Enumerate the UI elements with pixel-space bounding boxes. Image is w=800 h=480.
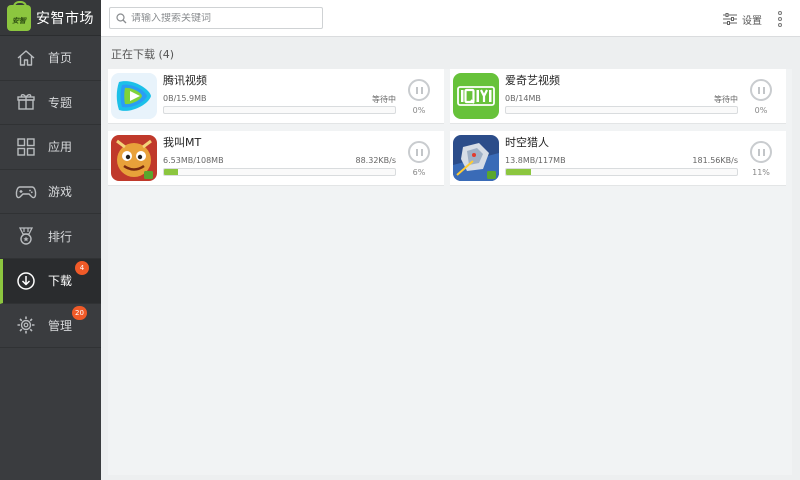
brand-name: 安智市场 <box>36 10 94 27</box>
sidebar-item-downloads[interactable]: 下载 4 <box>0 258 101 304</box>
search-input[interactable] <box>131 12 311 24</box>
download-item[interactable]: 腾讯视频 0B/15.9MB 等待中 0% <box>108 69 444 124</box>
pause-button[interactable] <box>408 141 430 163</box>
sidebar-item-label: 首页 <box>48 51 73 66</box>
top-bar: 设置 <box>101 0 800 37</box>
download-size: 13.8MB/117MB <box>505 156 566 165</box>
download-size: 6.53MB/108MB <box>163 156 224 165</box>
wojiaomt-app-icon <box>111 135 157 181</box>
settings-sliders-icon <box>723 10 737 29</box>
progress-bar <box>163 106 396 114</box>
gift-icon <box>15 91 37 113</box>
iqiyi-app-icon <box>453 73 499 119</box>
download-status: 等待中 <box>372 95 396 104</box>
manage-count-badge: 20 <box>72 305 87 320</box>
tencent-video-app-icon <box>111 73 157 119</box>
download-list: 腾讯视频 0B/15.9MB 等待中 0% 爱奇艺视频 0B/14MB 等待中 … <box>108 69 792 475</box>
sidebar-item-games[interactable]: 游戏 <box>0 170 101 215</box>
download-size: 0B/15.9MB <box>163 94 207 103</box>
app-name: 时空猎人 <box>505 136 549 149</box>
download-status: 等待中 <box>714 95 738 104</box>
gamepad-icon <box>15 181 37 203</box>
download-item[interactable]: 时空猎人 13.8MB/117MB 181.56KB/s 11% <box>450 131 786 186</box>
sidebar-item-apps[interactable]: 应用 <box>0 125 101 170</box>
sidebar-item-label: 管理 <box>48 318 73 333</box>
download-size: 0B/14MB <box>505 94 541 103</box>
download-item[interactable]: 我叫MT 6.53MB/108MB 88.32KB/s 6% <box>108 131 444 186</box>
sidebar: 安智 安智市场 首页 专题 应用 游戏 排行 下载 4 管理 20 <box>0 0 101 480</box>
section-title: 正在下载 (4) <box>111 48 175 61</box>
progress-percent: 11% <box>752 168 770 177</box>
more-menu-icon[interactable] <box>777 11 783 27</box>
progress-percent: 0% <box>754 106 768 115</box>
settings-label: 设置 <box>742 16 762 27</box>
progress-fill <box>164 169 178 175</box>
brand: 安智 安智市场 <box>0 0 101 36</box>
progress-bar <box>505 168 738 176</box>
home-icon <box>15 47 37 69</box>
shikonglieren-app-icon <box>453 135 499 181</box>
brand-logo-text: 安智 <box>12 16 26 25</box>
sidebar-item-ranking[interactable]: 排行 <box>0 214 101 259</box>
progress-percent: 0% <box>412 106 426 115</box>
progress-percent: 6% <box>412 168 426 177</box>
gear-icon <box>15 314 37 336</box>
progress-bar <box>163 168 396 176</box>
sidebar-item-manage[interactable]: 管理 20 <box>0 304 101 349</box>
download-speed: 181.56KB/s <box>692 156 738 165</box>
medal-icon <box>15 225 37 247</box>
sidebar-item-home[interactable]: 首页 <box>0 36 101 81</box>
download-icon <box>15 270 37 292</box>
pause-button[interactable] <box>750 79 772 101</box>
app-name: 腾讯视频 <box>163 74 207 87</box>
settings-button[interactable]: 设置 <box>723 10 762 29</box>
progress-bar <box>505 106 738 114</box>
grid-icon <box>15 136 37 158</box>
search-icon <box>116 9 127 28</box>
sidebar-item-label: 下载 <box>48 274 73 289</box>
download-item[interactable]: 爱奇艺视频 0B/14MB 等待中 0% <box>450 69 786 124</box>
app-name: 我叫MT <box>163 136 202 149</box>
app-name: 爱奇艺视频 <box>505 74 560 87</box>
download-count-badge: 4 <box>75 260 89 275</box>
pause-button[interactable] <box>408 79 430 101</box>
progress-fill <box>506 169 532 175</box>
sidebar-item-label: 排行 <box>48 229 73 244</box>
pause-button[interactable] <box>750 141 772 163</box>
search-box[interactable] <box>109 7 323 29</box>
sidebar-item-label: 游戏 <box>48 185 73 200</box>
main-content: 正在下载 (4) 腾讯视频 0B/15.9MB 等待中 0% 爱奇艺视频 0B/… <box>101 37 800 480</box>
sidebar-item-label: 专题 <box>48 95 73 110</box>
sidebar-item-topics[interactable]: 专题 <box>0 81 101 126</box>
brand-logo: 安智 <box>7 0 31 31</box>
download-speed: 88.32KB/s <box>355 156 397 165</box>
sidebar-item-label: 应用 <box>48 140 73 155</box>
